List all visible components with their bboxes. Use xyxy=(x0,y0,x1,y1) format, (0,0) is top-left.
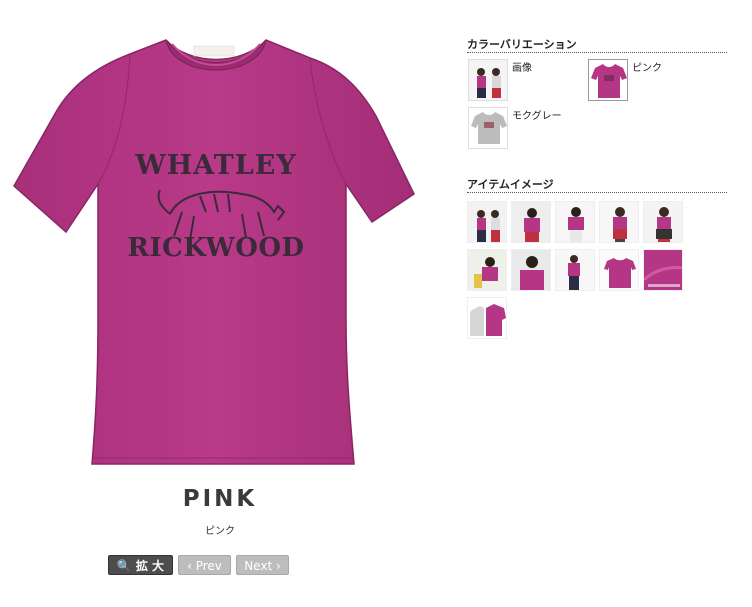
item-image-thumb[interactable] xyxy=(555,201,595,243)
item-image-thumb[interactable] xyxy=(599,249,639,291)
item-image-thumb[interactable] xyxy=(467,201,507,243)
item-image-thumb[interactable] xyxy=(643,201,683,243)
next-button[interactable]: Next › xyxy=(236,555,289,575)
zoom-button[interactable]: 🔍 拡 大 xyxy=(108,555,173,575)
item-images-title: アイテムイメージ xyxy=(467,178,554,191)
item-image-thumb[interactable] xyxy=(511,249,551,291)
item-image-thumb[interactable] xyxy=(511,201,551,243)
magnifier-icon: 🔍 xyxy=(116,559,132,573)
item-image-thumb[interactable] xyxy=(467,297,507,339)
item-image-thumb[interactable] xyxy=(555,249,595,291)
item-image-thumb[interactable] xyxy=(599,201,639,243)
zoom-label: 拡 大 xyxy=(135,559,165,573)
variation-thumb-pink[interactable] xyxy=(588,59,628,101)
variation-label: 画像 xyxy=(512,63,532,74)
item-image-thumb[interactable] xyxy=(467,249,507,291)
item-image-thumb[interactable] xyxy=(643,249,683,291)
print-line2: RICKWOOD xyxy=(127,233,304,263)
color-name-heading: PINK xyxy=(182,486,258,512)
print-line1: WHATLEY xyxy=(134,150,296,181)
color-variation-title: カラーバリエーション xyxy=(467,38,577,51)
prev-button[interactable]: ‹ Prev xyxy=(178,555,231,575)
variation-thumb-image[interactable] xyxy=(468,59,508,101)
variation-label: ピンク xyxy=(632,63,662,74)
variation-label: モクグレー xyxy=(512,111,562,122)
color-name-jp: ピンク xyxy=(205,526,235,537)
divider xyxy=(467,192,727,193)
divider xyxy=(467,52,727,53)
product-main-image[interactable]: WHATLEY RICKWOOD xyxy=(10,36,420,476)
variation-thumb-grey[interactable] xyxy=(468,107,508,149)
